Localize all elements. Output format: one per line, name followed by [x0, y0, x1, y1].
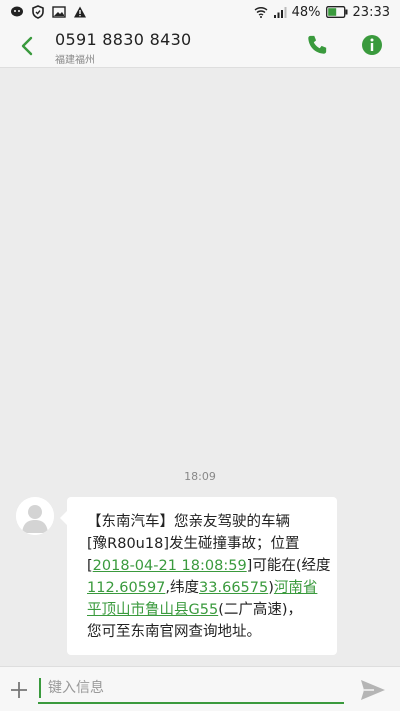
status-bar: 48% 23:33 [0, 0, 400, 24]
battery-icon [325, 6, 348, 18]
battery-percent: 48% [291, 4, 321, 20]
sender-avatar[interactable] [16, 497, 54, 535]
received-message-bubble[interactable]: 【东南汽车】您亲友驾驶的车辆 [豫R80u18]发生碰撞事故；位置 [2018-… [60, 497, 337, 655]
warning-icon [74, 6, 86, 18]
message-line-4: 112.60597,纬度33.66575)河南省 [87, 577, 329, 599]
back-arrow-icon[interactable] [18, 34, 38, 58]
text-segment: ,纬度 [165, 580, 200, 596]
clock: 23:33 [352, 4, 390, 20]
text-caret [39, 678, 41, 698]
conversation-header: 0591 8830 8430 福建福州 [0, 24, 400, 68]
datetime-link[interactable]: 2018-04-21 18:08:59 [93, 558, 247, 574]
phone-call-icon[interactable] [306, 34, 328, 56]
add-attachment-icon[interactable] [10, 681, 28, 699]
wifi-icon [254, 7, 268, 18]
image-icon [52, 6, 66, 18]
message-line-3: [2018-04-21 18:08:59]可能在(经度 [87, 555, 331, 577]
text-segment: ]可能在(经度 [246, 558, 331, 574]
message-timestamp: 18:09 [184, 470, 216, 483]
text-segment: (二广高速)， [218, 602, 303, 618]
longitude-link[interactable]: 112.60597 [87, 580, 165, 596]
contact-number: 0591 8830 8430 [55, 30, 192, 49]
compose-bar [0, 666, 400, 711]
signal-icon [273, 7, 287, 18]
latitude-link[interactable]: 33.66575 [199, 580, 268, 596]
message-line-2: [豫R80u18]发生碰撞事故；位置 [87, 536, 300, 552]
info-icon[interactable] [361, 34, 383, 56]
send-icon[interactable] [360, 679, 386, 701]
shield-icon [32, 5, 44, 19]
default-avatar-icon [16, 497, 54, 535]
message-line-5: 平顶山市鲁山县G55(二广高速)， [87, 599, 329, 621]
contact-location: 福建福州 [55, 55, 95, 66]
address-link-province[interactable]: 河南省 [274, 580, 318, 596]
message-line-6: 您可至东南官网查询地址。 [87, 624, 261, 640]
message-line-1: 【东南汽车】您亲友驾驶的车辆 [87, 514, 290, 530]
message-input-field[interactable] [38, 674, 344, 704]
message-input[interactable] [48, 676, 338, 700]
address-link-city[interactable]: 平顶山市鲁山县G55 [87, 602, 218, 618]
chat-app-icon [11, 6, 23, 17]
